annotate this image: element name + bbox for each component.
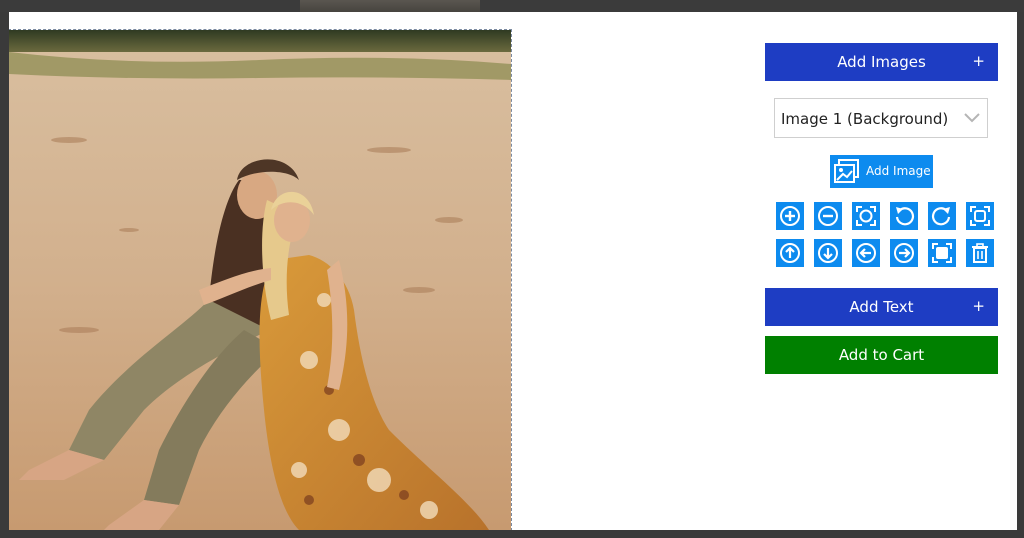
image-add-icon [834, 159, 859, 183]
move-right-icon [894, 243, 914, 263]
rotate-left-icon [895, 207, 915, 226]
rotate-right-button[interactable] [928, 202, 956, 230]
fit-button[interactable] [852, 202, 880, 230]
tool-row-position [776, 239, 994, 267]
add-image-button[interactable]: Add Image [830, 155, 933, 188]
move-down-icon [818, 243, 838, 263]
zoom-in-button[interactable] [776, 202, 804, 230]
move-down-button[interactable] [814, 239, 842, 267]
fit-icon [856, 206, 876, 226]
page-backdrop-strip [300, 0, 480, 12]
add-text-label: Add Text [849, 298, 914, 316]
tool-row-transform [776, 202, 994, 230]
rotate-left-button[interactable] [890, 202, 918, 230]
move-left-icon [856, 243, 876, 263]
delete-button[interactable] [966, 239, 994, 267]
add-images-button[interactable]: Add Images + [765, 43, 998, 81]
delete-icon [972, 243, 988, 263]
move-right-button[interactable] [890, 239, 918, 267]
center-icon [932, 243, 952, 263]
rotate-right-icon [931, 207, 951, 226]
page-backdrop [0, 0, 1024, 12]
zoom-in-icon [780, 206, 800, 226]
fill-button[interactable] [966, 202, 994, 230]
editor-controls: Add Images + Image 1 (Background) Add Im… [765, 43, 999, 374]
add-text-button[interactable]: Add Text + [765, 288, 998, 326]
image-layer-select[interactable]: Image 1 (Background) [774, 98, 988, 138]
image-layer-select-value: Image 1 (Background) [781, 110, 949, 128]
add-to-cart-label: Add to Cart [838, 346, 925, 364]
designer-modal: Add Images + Image 1 (Background) Add Im… [9, 12, 1017, 530]
zoom-out-icon [818, 206, 838, 226]
plus-icon: + [972, 52, 985, 70]
add-to-cart-button[interactable]: Add to Cart [765, 336, 998, 374]
fill-icon [970, 206, 990, 226]
zoom-out-button[interactable] [814, 202, 842, 230]
design-canvas[interactable] [9, 29, 512, 530]
move-up-icon [780, 243, 800, 263]
move-left-button[interactable] [852, 239, 880, 267]
center-button[interactable] [928, 239, 956, 267]
add-image-label: Add Image [866, 164, 931, 178]
plus-icon: + [972, 297, 985, 315]
add-images-label: Add Images [837, 53, 926, 71]
background-photo[interactable] [9, 30, 511, 530]
chevron-down-icon [964, 113, 980, 123]
move-up-button[interactable] [776, 239, 804, 267]
